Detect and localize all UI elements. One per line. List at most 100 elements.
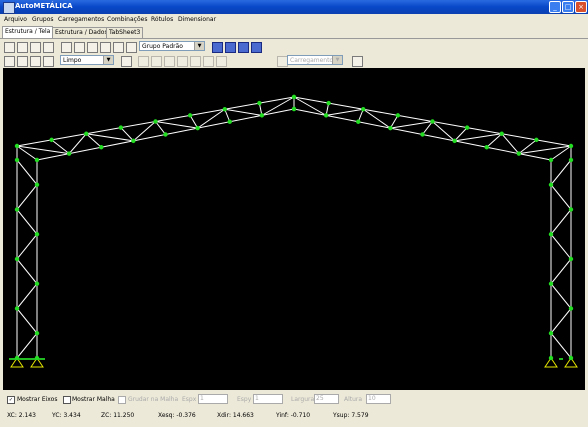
bar-tool-icon[interactable] [87,42,98,53]
menu-arquivo[interactable]: Arquivo [4,16,27,23]
truss-node[interactable] [548,232,554,237]
truss-node[interactable] [14,306,20,311]
close-button[interactable]: × [575,1,587,13]
tool-e-icon[interactable] [190,56,201,67]
truss-node[interactable] [548,157,554,163]
tool-b-icon[interactable] [151,56,162,67]
truss-node[interactable] [568,143,574,149]
node-tool-icon[interactable] [74,42,85,53]
truss-node[interactable] [534,137,539,143]
tool-f-icon[interactable] [203,56,214,67]
zoom-extents-icon[interactable] [4,56,15,67]
truss-node[interactable] [49,137,54,143]
truss-node[interactable] [131,138,136,144]
truss-node[interactable] [222,107,227,112]
open-folder-icon[interactable] [30,42,41,53]
truss-node[interactable] [34,182,40,187]
truss-node[interactable] [568,306,574,311]
truss-node[interactable] [291,106,297,112]
show-axes-checkbox[interactable]: ✓ [7,396,15,404]
truss-node[interactable] [484,145,489,150]
truss-node[interactable] [452,138,457,144]
truss-node[interactable] [14,355,20,361]
truss-node[interactable] [66,151,72,156]
minimize-button[interactable]: _ [549,1,561,13]
tab-estrutura-dados[interactable]: Estrutura / Dados [52,27,111,38]
view-mode-3-icon[interactable] [238,42,249,53]
view-mode-1-icon[interactable] [212,42,223,53]
truss-node[interactable] [257,100,262,106]
menu-rotulos[interactable]: Rótulos [151,16,173,23]
truss-node[interactable] [356,119,361,124]
truss-node[interactable] [568,355,574,361]
group-select[interactable]: Grupo Padrão ▼ [139,41,205,51]
truss-node[interactable] [548,182,554,187]
truss-node[interactable] [499,131,504,136]
truss-node[interactable] [291,94,297,100]
truss-node[interactable] [326,100,331,106]
pointer-icon[interactable] [61,42,72,53]
report-icon[interactable] [352,56,363,67]
truss-node[interactable] [568,256,574,262]
truss-node[interactable] [259,113,265,118]
load-select[interactable]: Carregamento P ▼ [287,55,343,65]
truss-node[interactable] [187,113,193,118]
truss-node[interactable] [227,119,232,124]
menu-combinacoes[interactable]: Combinações [107,16,147,23]
truss-node[interactable] [464,125,470,130]
truss-node[interactable] [14,143,20,149]
truss-node[interactable] [548,281,554,286]
truss-node[interactable] [14,256,20,262]
espy-input[interactable]: 1 [253,394,283,404]
zoom-in-icon[interactable] [17,56,28,67]
zoom-out-icon[interactable] [30,56,41,67]
zoom-window-icon[interactable] [43,56,54,67]
truss-node[interactable] [84,131,89,136]
tool-c-icon[interactable] [164,56,175,67]
group-tool-icon[interactable] [126,42,137,53]
truss-node[interactable] [361,107,366,112]
truss-node[interactable] [153,119,158,124]
largura-input[interactable]: 25 [314,394,339,404]
truss-node[interactable] [568,157,574,163]
view-mode-4-icon[interactable] [251,42,262,53]
truss-node[interactable] [395,113,401,118]
truss-node[interactable] [34,281,40,286]
truss-node[interactable] [163,132,168,137]
truss-node[interactable] [548,331,554,336]
tool-a-icon[interactable] [138,56,149,67]
apply-icon[interactable] [121,56,132,67]
show-mesh-checkbox[interactable] [63,396,71,404]
espx-input[interactable]: 1 [198,394,228,404]
truss-node[interactable] [323,113,329,118]
truss-node[interactable] [118,125,124,130]
truss-node[interactable] [34,355,40,361]
truss-node[interactable] [548,355,554,361]
altura-input[interactable]: 10 [366,394,391,404]
truss-node[interactable] [430,119,435,124]
truss-node[interactable] [14,157,20,163]
view-mode-2-icon[interactable] [225,42,236,53]
tool-g-icon[interactable] [216,56,227,67]
truss-node[interactable] [34,232,40,237]
print-icon[interactable] [17,42,28,53]
structure-canvas[interactable] [3,68,585,390]
menu-grupos[interactable]: Grupos [32,16,54,23]
load-tool-icon[interactable] [100,42,111,53]
truss-node[interactable] [420,132,425,137]
new-file-icon[interactable] [4,42,15,53]
save-icon[interactable] [43,42,54,53]
maximize-button[interactable]: □ [562,1,574,13]
view-select[interactable]: Limpo ▼ [60,55,114,65]
support-tool-icon[interactable] [113,42,124,53]
menu-dimensionar[interactable]: Dimensionar [178,16,216,23]
truss-node[interactable] [516,151,522,156]
truss-node[interactable] [34,331,40,336]
tab-estrutura-tela[interactable]: Estrutura / Tela [2,26,54,38]
mesh-grid-checkbox[interactable] [118,396,126,404]
menu-carregamentos[interactable]: Carregamentos [58,16,104,23]
tool-d-icon[interactable] [177,56,188,67]
truss-node[interactable] [34,157,40,163]
truss-node[interactable] [99,145,104,150]
tab-sheet3[interactable]: TabSheet3 [106,27,144,38]
